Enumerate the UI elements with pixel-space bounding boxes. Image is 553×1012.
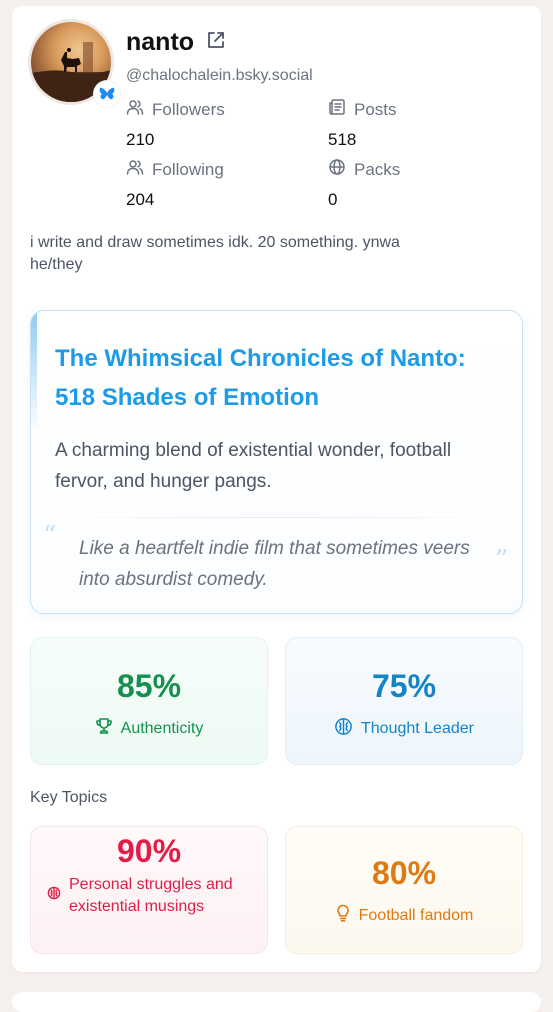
trophy-icon bbox=[95, 717, 113, 740]
stat-packs-label-row: Packs bbox=[328, 158, 400, 181]
stat-packs-label: Packs bbox=[354, 159, 401, 179]
stat-posts[interactable]: Posts 518 bbox=[328, 98, 397, 150]
brain-icon bbox=[47, 885, 61, 907]
document-icon bbox=[328, 98, 346, 121]
profile-handle[interactable]: @chalochalein.bsky.social bbox=[126, 67, 313, 85]
external-link-icon[interactable] bbox=[206, 30, 226, 55]
summary-accent-bar bbox=[31, 311, 37, 431]
display-name: nanto bbox=[126, 28, 195, 56]
summary-card: The Whimsical Chronicles of Nanto: 518 S… bbox=[30, 310, 523, 614]
topic-football: 80% Football fandom bbox=[285, 826, 523, 954]
stat-following-value: 204 bbox=[126, 190, 155, 209]
metric-authenticity: 85% Authenticity bbox=[30, 637, 268, 765]
users-icon bbox=[126, 158, 144, 181]
metric-thought-label: Thought Leader bbox=[361, 720, 474, 737]
profile-bio: i write and draw sometimes idk. 20 somet… bbox=[30, 232, 520, 276]
metric-authenticity-label: Authenticity bbox=[120, 719, 204, 737]
name-row: nanto bbox=[126, 28, 226, 57]
topic-football-label: Football fandom bbox=[358, 906, 474, 924]
stat-following-label-row: Following bbox=[126, 158, 224, 181]
stat-following-label: Following bbox=[152, 159, 224, 179]
topic-football-value: 80% bbox=[371, 855, 437, 891]
stat-followers-label: Followers bbox=[152, 99, 225, 119]
stat-posts-label: Posts bbox=[354, 99, 397, 119]
stat-posts-label-row: Posts bbox=[328, 98, 397, 121]
metric-authenticity-value: 85% bbox=[116, 668, 182, 704]
butterfly-icon bbox=[99, 87, 115, 100]
bio-line-1: i write and draw sometimes idk. 20 somet… bbox=[30, 234, 400, 251]
quote-close-icon: ” bbox=[495, 545, 509, 575]
topic-struggles-label-row: Personal struggles and existential musin… bbox=[31, 874, 267, 918]
stat-posts-value: 518 bbox=[328, 130, 357, 149]
stat-packs-value: 0 bbox=[328, 190, 338, 209]
verified-badge bbox=[94, 81, 120, 107]
topic-struggles: 90% Personal struggles and existential m… bbox=[30, 826, 268, 954]
metric-thought-leader: 75% Thought Leader bbox=[285, 637, 523, 765]
next-card-edge bbox=[12, 992, 541, 1012]
brain-icon bbox=[334, 717, 353, 741]
metric-authenticity-label-row: Authenticity bbox=[31, 717, 267, 740]
topic-struggles-label: Personal struggles and existential musin… bbox=[69, 876, 233, 915]
topic-struggles-value: 90% bbox=[116, 833, 182, 869]
summary-divider bbox=[55, 517, 500, 518]
avatar-container[interactable] bbox=[28, 19, 120, 107]
quote-open-icon: “ bbox=[43, 521, 57, 551]
profile-card: nanto @chalochalein.bsky.social Follower… bbox=[12, 6, 541, 972]
metric-thought-value: 75% bbox=[371, 668, 437, 704]
lightbulb-icon bbox=[335, 904, 351, 927]
bio-line-2: he/they bbox=[30, 256, 83, 273]
globe-icon bbox=[328, 158, 346, 181]
summary-quote: Like a heartfelt indie film that sometim… bbox=[79, 538, 470, 590]
stat-following[interactable]: Following 204 bbox=[126, 158, 224, 210]
summary-description: A charming blend of existential wonder, … bbox=[55, 440, 452, 492]
stat-followers[interactable]: Followers 210 bbox=[126, 98, 225, 150]
stat-followers-value: 210 bbox=[126, 130, 155, 149]
key-topics-heading: Key Topics bbox=[30, 789, 108, 806]
users-icon bbox=[126, 98, 144, 121]
topic-football-label-row: Football fandom bbox=[286, 904, 522, 927]
metric-thought-label-row: Thought Leader bbox=[286, 717, 522, 741]
stat-packs[interactable]: Packs 0 bbox=[328, 158, 400, 210]
summary-title: The Whimsical Chronicles of Nanto: 518 S… bbox=[55, 345, 466, 411]
stat-followers-label-row: Followers bbox=[126, 98, 225, 121]
